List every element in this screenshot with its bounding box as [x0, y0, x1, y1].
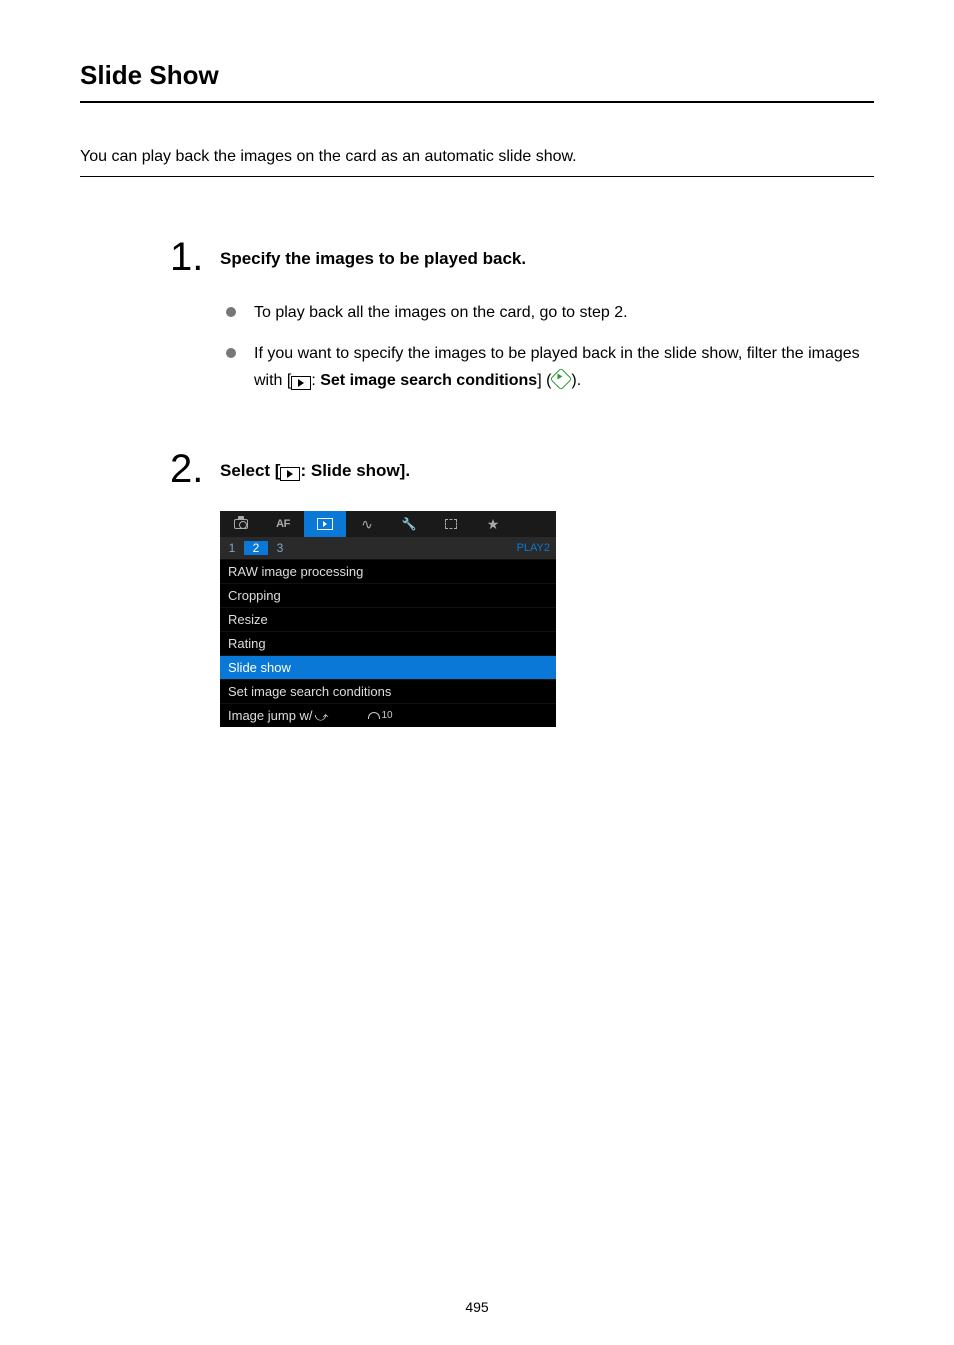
camera-icon: [234, 519, 248, 529]
tab-setup: 🔧: [388, 511, 430, 537]
step-number: 1.: [170, 237, 220, 277]
wrench-icon: 🔧: [402, 517, 417, 531]
step-2: 2. Select [: Slide show]. AF ∿ 🔧 ★ 1 2 3…: [170, 449, 874, 727]
jump-icon: 10: [368, 710, 392, 721]
wifi-icon: ∿: [361, 517, 373, 531]
link-icon: [550, 368, 573, 391]
menu-row-jump: Image jump w/⤻ 10: [220, 703, 556, 727]
play-icon: [280, 467, 300, 481]
menu-row-raw: RAW image processing: [220, 559, 556, 583]
step-number: 2.: [170, 449, 220, 489]
tab-mymenu: ★: [472, 511, 514, 537]
subtab-3: 3: [268, 541, 292, 555]
step-2-heading: Select [: Slide show].: [220, 461, 874, 481]
menu-sub-tabs: 1 2 3 PLAY2: [220, 537, 556, 559]
bullet-1: To play back all the images on the card,…: [226, 299, 874, 326]
af-icon: AF: [276, 518, 290, 530]
step-1: 1. Specify the images to be played back.…: [170, 237, 874, 409]
custom-icon: [445, 519, 457, 529]
play-icon: [291, 376, 311, 390]
menu-row-rating: Rating: [220, 631, 556, 655]
page-indicator: PLAY2: [517, 542, 550, 554]
menu-top-tabs: AF ∿ 🔧 ★: [220, 511, 556, 537]
page-number: 495: [0, 1299, 954, 1315]
subtab-1: 1: [220, 541, 244, 555]
menu-row-resize: Resize: [220, 607, 556, 631]
menu-row-slideshow: Slide show: [220, 655, 556, 679]
menu-row-cropping: Cropping: [220, 583, 556, 607]
camera-menu-screenshot: AF ∿ 🔧 ★ 1 2 3 PLAY2 RAW image processin…: [220, 511, 556, 727]
bullet-2: If you want to specify the images to be …: [226, 340, 874, 394]
menu-row-search: Set image search conditions: [220, 679, 556, 703]
step-1-heading: Specify the images to be played back.: [220, 249, 874, 269]
dial-icon: ⤻: [315, 710, 329, 723]
intro-text: You can play back the images on the card…: [80, 148, 874, 177]
star-icon: ★: [487, 517, 500, 531]
tab-camera: [220, 511, 262, 537]
tab-wireless: ∿: [346, 511, 388, 537]
tab-custom: [430, 511, 472, 537]
subtab-2: 2: [244, 541, 268, 555]
tab-playback: [304, 511, 346, 537]
tab-af: AF: [262, 511, 304, 537]
page-title: Slide Show: [80, 60, 874, 103]
play-icon: [317, 518, 333, 530]
cross-ref-link[interactable]: [551, 372, 571, 389]
